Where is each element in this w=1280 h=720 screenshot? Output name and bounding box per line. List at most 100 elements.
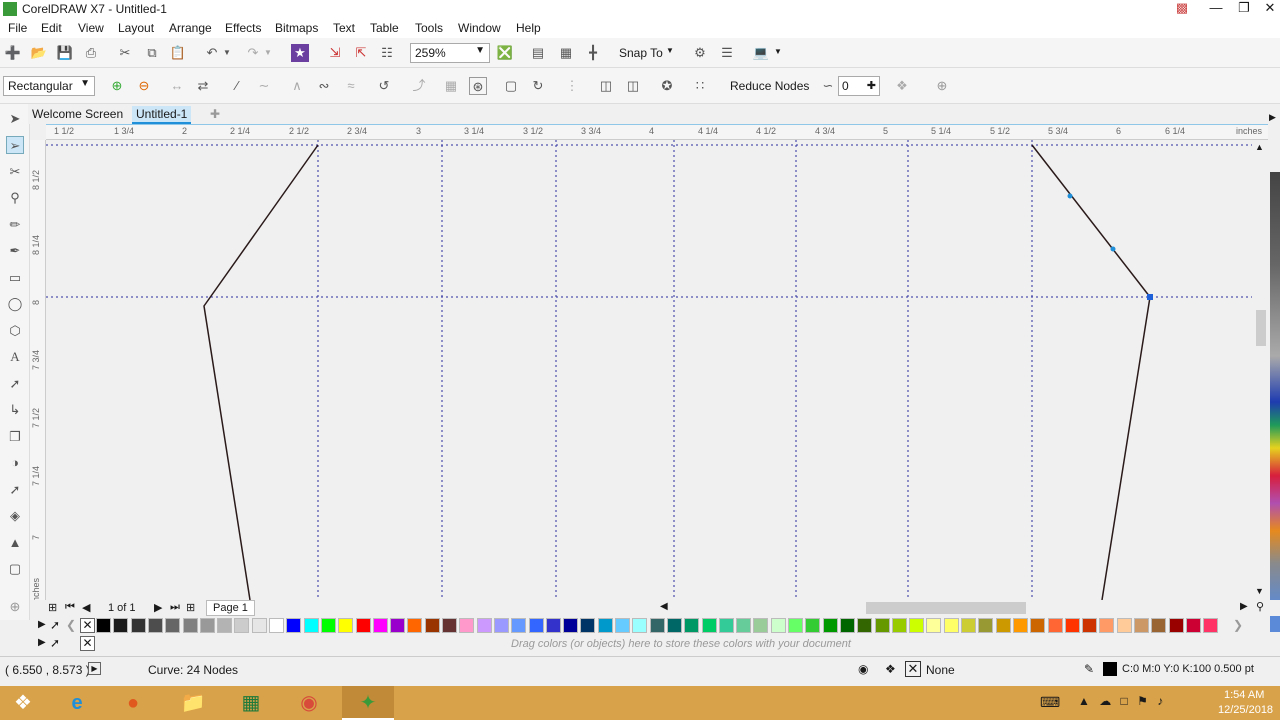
file-explorer-icon[interactable]: 📁 — [170, 686, 216, 720]
first-page-icon[interactable]: ⏮ — [65, 601, 75, 614]
user-icon[interactable]: ▩ — [1168, 0, 1196, 18]
print-icon[interactable]: ⎙ — [82, 44, 100, 62]
color-swatch[interactable] — [615, 618, 630, 633]
color-swatch[interactable] — [649, 618, 665, 633]
color-swatch[interactable] — [303, 618, 319, 633]
color-swatch[interactable] — [1203, 618, 1219, 633]
keyboard-icon[interactable]: ⌨ — [1040, 694, 1060, 711]
color-swatch[interactable] — [1030, 618, 1046, 633]
quick-customize-icon[interactable]: ⊕ — [933, 77, 951, 95]
color-swatch[interactable] — [338, 618, 354, 633]
color-swatch[interactable] — [753, 618, 769, 633]
mirror-horizontal-icon[interactable]: ◫ — [597, 77, 615, 95]
page-tab[interactable]: Page 1 — [206, 600, 255, 616]
delete-node-icon[interactable]: ⊖ — [135, 77, 153, 95]
color-swatch[interactable] — [1064, 618, 1080, 633]
menu-arrange[interactable]: Arrange — [169, 21, 212, 35]
color-swatch[interactable] — [96, 618, 111, 633]
join-nodes-icon[interactable]: ↔ — [168, 77, 186, 95]
add-page-after-icon[interactable]: ⊞ — [186, 601, 195, 614]
color-swatch[interactable] — [269, 618, 284, 633]
color-swatch[interactable] — [199, 618, 215, 633]
mirror-vertical-icon[interactable]: ◫ — [624, 77, 642, 95]
palette-menu-icon[interactable]: ▶ — [38, 619, 46, 630]
ellipse-tool-icon[interactable]: ◯ — [6, 295, 24, 313]
pick-tool-icon[interactable]: ➤ — [6, 110, 24, 128]
extract-subpath-icon[interactable]: ▦ — [442, 77, 460, 95]
elastic-mode-icon[interactable]: ✪ — [658, 77, 676, 95]
color-swatch[interactable] — [1185, 618, 1201, 633]
close-button[interactable]: ✕ — [1256, 0, 1280, 18]
color-swatch[interactable] — [424, 618, 440, 633]
parallel-dimension-icon[interactable]: ➚ — [6, 375, 24, 393]
drop-shadow-icon[interactable]: ❐ — [6, 428, 24, 446]
color-swatch[interactable] — [1151, 618, 1167, 633]
tab-welcome-screen[interactable]: Welcome Screen — [28, 106, 127, 124]
color-swatch[interactable] — [286, 618, 302, 633]
menu-window[interactable]: Window — [458, 21, 501, 35]
palette-scroll-right-icon[interactable]: ❯ — [1233, 618, 1243, 632]
menu-file[interactable]: File — [8, 21, 27, 35]
add-node-icon[interactable]: ⊕ — [108, 77, 126, 95]
color-swatch[interactable] — [788, 618, 803, 633]
maximize-button[interactable]: ❐ — [1230, 0, 1258, 18]
reduce-nodes-button[interactable]: Reduce Nodes — [730, 79, 809, 93]
artistic-media-icon[interactable]: ✒ — [6, 242, 24, 260]
node-handle[interactable] — [1110, 246, 1116, 252]
smart-fill-icon[interactable]: ▲ — [6, 534, 24, 552]
no-color-swatch[interactable]: ✕ — [80, 636, 95, 651]
color-swatch[interactable] — [822, 618, 838, 633]
publish-pdf-icon[interactable]: ☷ — [378, 44, 396, 62]
to-line-icon[interactable]: ∕ — [228, 77, 246, 95]
color-swatch[interactable] — [1099, 618, 1115, 633]
stretch-nodes-icon[interactable]: ▢ — [502, 77, 520, 95]
snapping-icon[interactable]: ◉ — [858, 662, 868, 676]
color-eyedropper-icon[interactable]: ➚ — [6, 481, 24, 499]
scroll-right-icon[interactable]: ▶ — [1240, 601, 1248, 612]
copy-icon[interactable]: ⧉ — [143, 44, 161, 62]
selection-mode-select[interactable]: Rectangular ▼ — [3, 76, 95, 96]
menu-help[interactable]: Help — [516, 21, 541, 35]
color-swatch[interactable] — [217, 618, 233, 633]
curve-smoothness-input[interactable]: 0 ✚ — [838, 76, 880, 96]
color-swatch[interactable] — [355, 618, 371, 633]
color-swatch[interactable] — [1134, 618, 1149, 633]
clock-time[interactable]: 1:54 AM — [1224, 689, 1264, 701]
rectangle-tool-icon[interactable]: ▭ — [6, 269, 24, 287]
text-tool-icon[interactable]: A — [6, 348, 24, 366]
options-icon[interactable]: ⚙ — [691, 44, 709, 62]
color-swatch[interactable] — [545, 618, 561, 633]
redo-dropdown-icon[interactable]: ▼ — [263, 44, 273, 62]
color-swatch[interactable] — [1012, 618, 1028, 633]
color-swatch[interactable] — [632, 618, 648, 633]
connector-tool-icon[interactable]: ↳ — [6, 401, 24, 419]
color-swatch[interactable] — [961, 618, 976, 633]
import-icon[interactable]: ⇲ — [326, 44, 344, 62]
color-swatch[interactable] — [874, 618, 890, 633]
ie-icon[interactable]: e — [54, 686, 100, 720]
curve-right[interactable] — [1031, 144, 1151, 600]
clock-date[interactable]: 12/25/2018 — [1218, 704, 1273, 716]
drawing-canvas[interactable] — [46, 140, 1252, 600]
excel-icon[interactable]: ▦ — [228, 686, 274, 720]
slider-icon[interactable]: ✚ — [867, 79, 876, 92]
color-swatch[interactable] — [666, 618, 682, 633]
color-swatch[interactable] — [943, 618, 959, 633]
add-tab-icon[interactable]: ✚ — [206, 106, 224, 124]
menu-tools[interactable]: Tools — [415, 21, 443, 35]
redo-icon[interactable]: ↷ — [244, 44, 262, 62]
color-swatch[interactable] — [511, 618, 527, 633]
color-swatch[interactable] — [407, 618, 423, 633]
color-swatch[interactable] — [770, 618, 786, 633]
outline-pen-icon[interactable]: ✎ — [1084, 662, 1094, 676]
show-guidelines-icon[interactable]: ╋ — [584, 44, 602, 62]
undo-icon[interactable]: ↶ — [203, 44, 221, 62]
show-grid-icon[interactable]: ▦ — [557, 44, 575, 62]
firefox-icon[interactable]: ● — [110, 686, 156, 720]
no-color-swatch[interactable]: ✕ — [80, 618, 95, 633]
color-swatch[interactable] — [320, 618, 336, 633]
menu-edit[interactable]: Edit — [41, 21, 62, 35]
vertical-scrollbar[interactable]: ▲ ▼ — [1252, 140, 1268, 600]
color-swatch[interactable] — [251, 618, 267, 633]
freehand-tool-icon[interactable]: ✏ — [6, 216, 24, 234]
